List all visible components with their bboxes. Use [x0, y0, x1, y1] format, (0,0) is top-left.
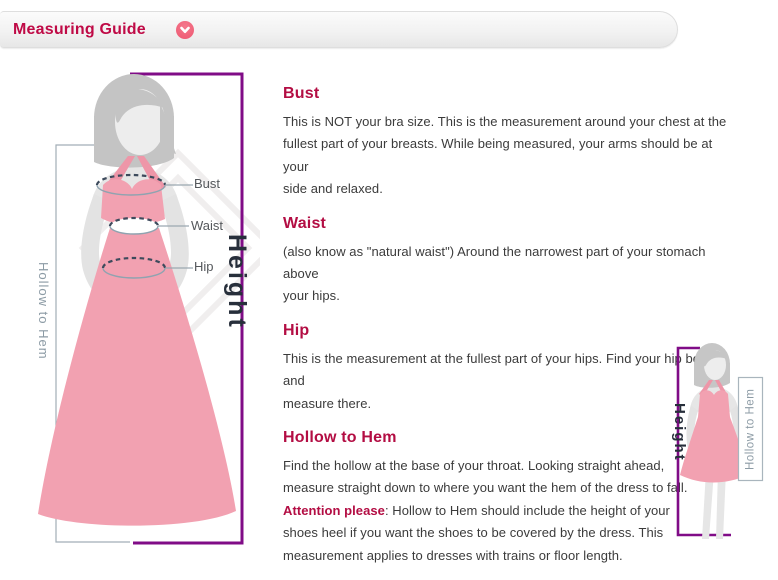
section-bust: Bust This is NOT your bra size. This is …: [283, 84, 728, 201]
waist-description: (also know as "natural waist") Around th…: [283, 241, 728, 308]
section-waist: Waist (also know as "natural waist") Aro…: [283, 214, 728, 308]
hollow-to-hem-heading: Hollow to Hem: [283, 428, 728, 448]
measuring-instructions: Bust This is NOT your bra size. This is …: [283, 84, 728, 580]
measuring-diagram-large: Bust Waist Hip Hollow to Hem Height: [28, 58, 260, 553]
waist-callout-label: Waist: [191, 219, 223, 233]
measuring-guide-header[interactable]: Measuring Guide: [0, 11, 678, 48]
hip-callout-label: Hip: [194, 260, 214, 274]
hollow-to-hem-vertical-label-small: Hollow to Hem: [738, 377, 763, 481]
height-vertical-label-small: Height: [669, 391, 688, 473]
waist-heading: Waist: [283, 214, 728, 234]
chevron-glyph: [176, 21, 194, 39]
bust-heading: Bust: [283, 84, 728, 104]
hip-heading: Hip: [283, 321, 728, 341]
page-title: Measuring Guide: [13, 21, 146, 39]
measuring-diagram-small: Hollow to Hem Height: [663, 333, 777, 553]
bust-description: This is NOT your bra size. This is the m…: [283, 111, 728, 201]
woman-silhouette: [38, 74, 236, 526]
hollow-to-hem-vertical-label: Hollow to Hem: [34, 228, 51, 393]
hip-description: This is the measurement at the fullest p…: [283, 348, 728, 415]
section-hip: Hip This is the measurement at the fulle…: [283, 321, 728, 415]
chevron-down-icon[interactable]: [176, 21, 194, 39]
hollow-to-hem-text-before: Find the hollow at the base of your thro…: [283, 458, 688, 495]
height-vertical-label: Height: [224, 222, 251, 342]
bust-callout-label: Bust: [194, 177, 220, 191]
section-hollow-to-hem: Hollow to Hem Find the hollow at the bas…: [283, 428, 728, 567]
hollow-to-hem-description: Find the hollow at the base of your thro…: [283, 455, 728, 567]
attention-please-label: Attention please: [283, 503, 385, 518]
